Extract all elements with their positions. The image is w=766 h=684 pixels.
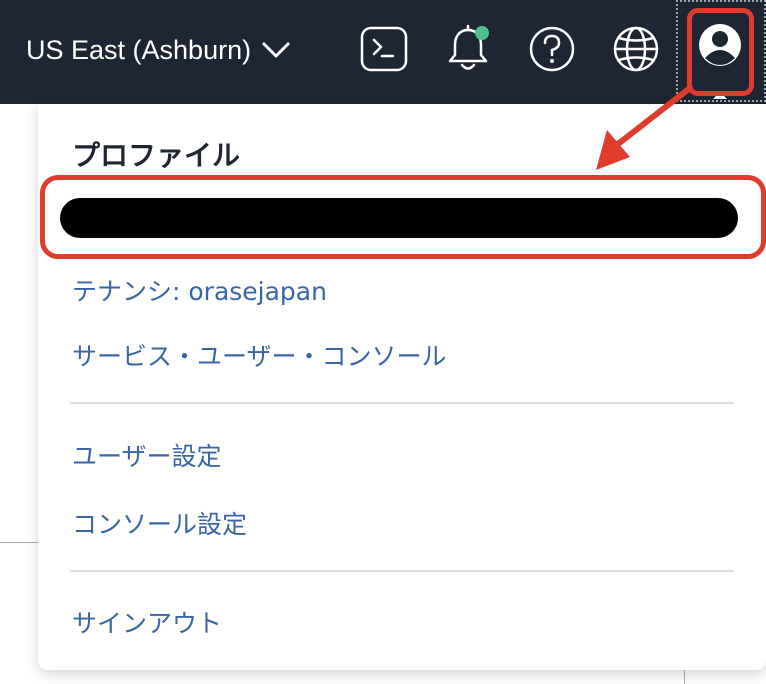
menu-divider: [70, 570, 734, 572]
menu-caret: [713, 92, 727, 99]
globe-icon: [613, 26, 659, 72]
background-divider: [0, 542, 40, 543]
bell-icon: [448, 24, 489, 70]
menu-item-service-user-console[interactable]: サービス・ユーザー・コンソール: [72, 337, 447, 373]
region-label: US East (Ashburn): [26, 34, 252, 65]
chevron-down-icon: [262, 42, 290, 58]
menu-divider: [70, 402, 734, 404]
user-name-highlight-box: [40, 175, 766, 259]
menu-item-console-settings[interactable]: コンソール設定: [72, 505, 247, 541]
menu-item-tenancy[interactable]: テナンシ: orasejapan: [72, 272, 327, 308]
menu-item-sign-out[interactable]: サインアウト: [72, 604, 222, 640]
terminal-icon: [360, 26, 408, 72]
notifications-button[interactable]: [444, 24, 492, 74]
language-button[interactable]: [612, 24, 660, 74]
cloud-shell-button[interactable]: [360, 24, 408, 74]
user-avatar-icon: [699, 24, 741, 66]
menu-item-user-settings[interactable]: ユーザー設定: [72, 437, 222, 473]
help-button[interactable]: [528, 24, 576, 74]
help-icon: [529, 26, 575, 72]
profile-menu-title: プロファイル: [72, 139, 241, 172]
region-selector[interactable]: US East (Ashburn): [26, 30, 291, 70]
